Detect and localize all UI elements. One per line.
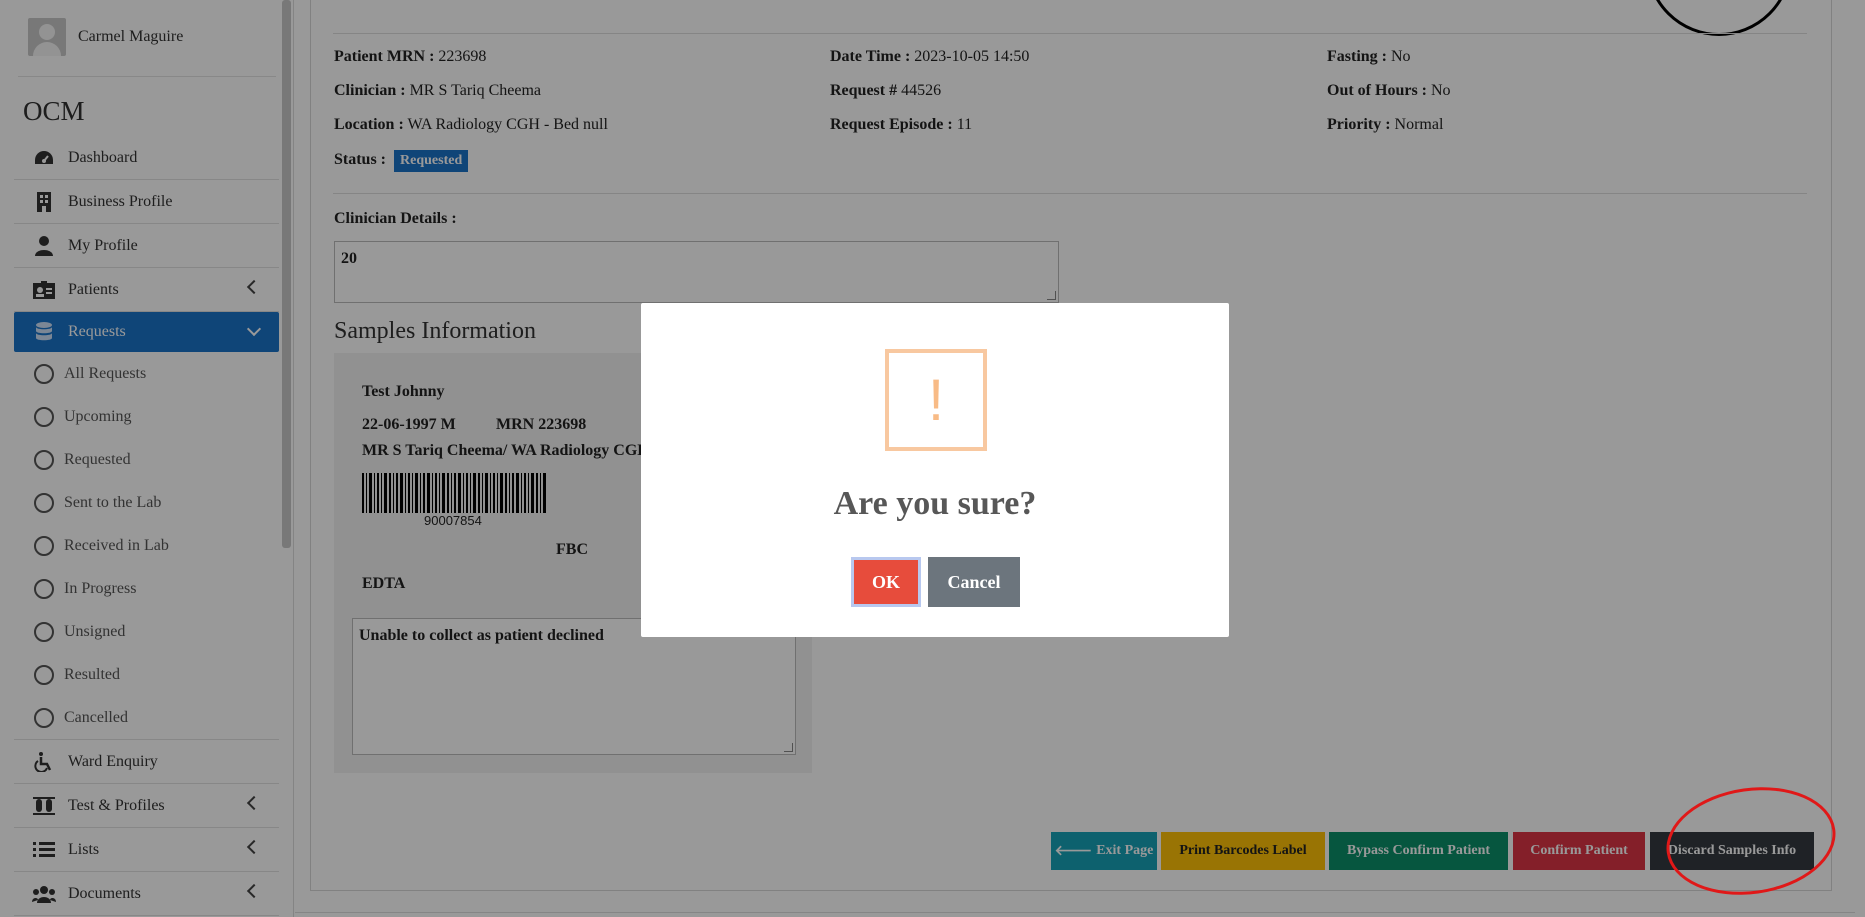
cancel-button[interactable]: Cancel [928,557,1020,607]
dialog-title: Are you sure? [833,485,1037,522]
ok-button[interactable]: OK [851,557,921,607]
annotation-circle [1659,776,1843,906]
modal-backdrop[interactable]: ! Are you sure? OK Cancel [0,0,1865,917]
confirm-dialog: ! Are you sure? OK Cancel [641,303,1229,637]
warning-glyph: ! [927,367,945,433]
warning-icon: ! [885,349,987,451]
